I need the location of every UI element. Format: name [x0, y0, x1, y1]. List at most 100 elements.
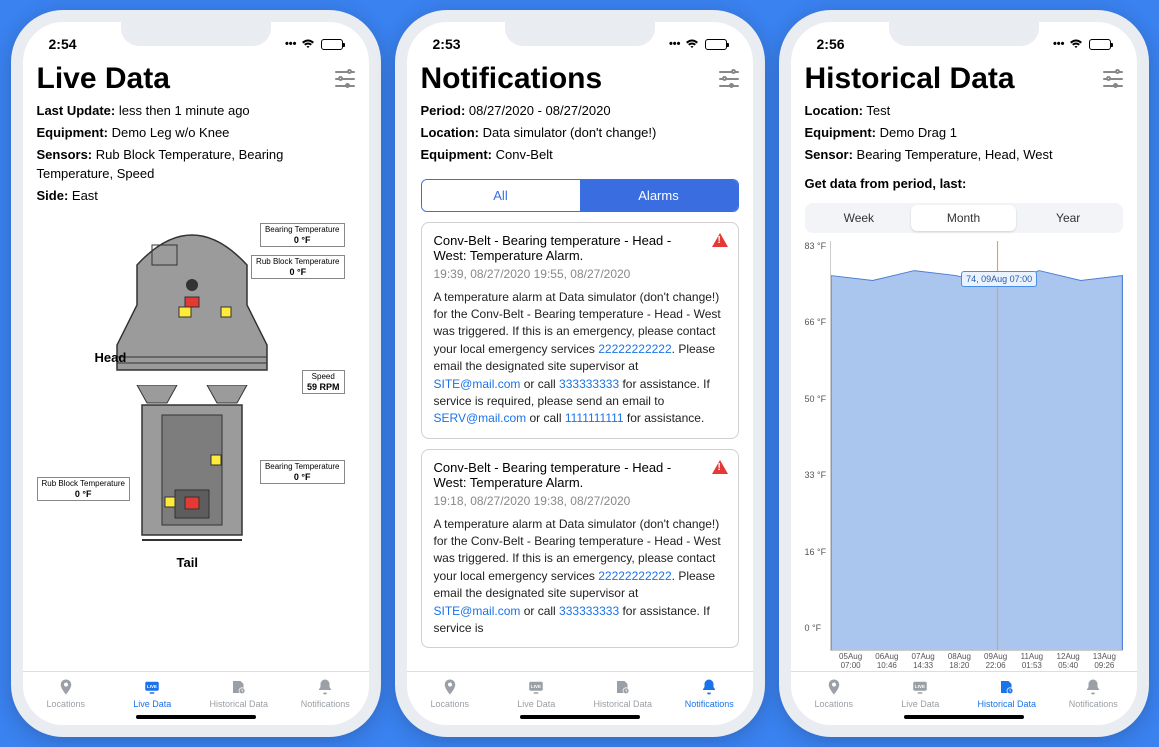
- link[interactable]: 333333333: [559, 377, 619, 391]
- link[interactable]: 333333333: [559, 604, 619, 618]
- meta-line: Last Update: less then 1 minute ago: [37, 102, 355, 120]
- seg-all[interactable]: All: [422, 180, 580, 211]
- home-indicator: [136, 715, 256, 719]
- x-tick: 12Aug05:40: [1050, 653, 1086, 671]
- card-body: A temperature alarm at Data simulator (d…: [434, 289, 726, 428]
- status-icons: •••: [669, 38, 727, 50]
- tab-label: Locations: [46, 699, 85, 709]
- meta-line: Side: East: [37, 187, 355, 205]
- svg-text:LIVE: LIVE: [147, 684, 157, 689]
- period-year[interactable]: Year: [1016, 205, 1121, 231]
- page-title: Notifications: [421, 62, 603, 96]
- tab-notifications[interactable]: Notifications: [666, 678, 753, 709]
- meta-line: Equipment: Demo Drag 1: [805, 124, 1123, 142]
- clock: 2:56: [817, 36, 845, 52]
- tab-label: Live Data: [517, 699, 555, 709]
- card-title: Conv-Belt - Bearing temperature - Head -…: [434, 460, 726, 490]
- tab-historical-data[interactable]: Historical Data: [580, 678, 667, 709]
- tab-label: Historical Data: [977, 699, 1036, 709]
- page-title: Historical Data: [805, 62, 1015, 96]
- tab-historical-data[interactable]: Historical Data: [964, 678, 1051, 709]
- card-time: 19:18, 08/27/2020 19:38, 08/27/2020: [434, 494, 726, 508]
- meta-line: Location: Test: [805, 102, 1123, 120]
- chart[interactable]: 83 °F66 °F50 °F33 °F16 °F0 °F 74, 09Aug …: [805, 241, 1123, 652]
- home-indicator: [904, 715, 1024, 719]
- phone-notifications: 2:53 ••• Notifications Period: 08/27/202…: [395, 10, 765, 737]
- alert-icon: [712, 233, 728, 247]
- meta-line: Sensors: Rub Block Temperature, Bearing …: [37, 146, 355, 182]
- x-tick: 07Aug14:33: [905, 653, 941, 671]
- meta-line: Equipment: Conv-Belt: [421, 146, 739, 164]
- tail-label: Tail: [177, 555, 198, 570]
- tab-label: Live Data: [901, 699, 939, 709]
- clock: 2:53: [433, 36, 461, 52]
- y-axis: 83 °F66 °F50 °F33 °F16 °F0 °F: [805, 241, 831, 652]
- tab-live-data[interactable]: LIVE Live Data: [877, 678, 964, 709]
- svg-text:LIVE: LIVE: [915, 684, 925, 689]
- meta-block: Last Update: less then 1 minute agoEquip…: [37, 102, 355, 209]
- tab-notifications[interactable]: Notifications: [282, 678, 369, 709]
- period-month[interactable]: Month: [911, 205, 1016, 231]
- link[interactable]: SITE@mail.com: [434, 377, 521, 391]
- tab-live-data[interactable]: LIVE Live Data: [109, 678, 196, 709]
- sensor-label: Speed 59 RPM: [302, 370, 345, 394]
- notch: [889, 22, 1039, 46]
- sensor-label: Bearing Temperature 0 °F: [260, 223, 345, 247]
- y-tick: 33 °F: [805, 470, 827, 480]
- tab-label: Notifications: [685, 699, 734, 709]
- settings-icon[interactable]: [719, 71, 739, 87]
- tab-label: Notifications: [1069, 699, 1118, 709]
- card-time: 19:39, 08/27/2020 19:55, 08/27/2020: [434, 267, 726, 281]
- link[interactable]: SITE@mail.com: [434, 604, 521, 618]
- link[interactable]: SERV@mail.com: [434, 411, 527, 425]
- tab-label: Live Data: [133, 699, 171, 709]
- phone-live-data: 2:54 ••• Live Data Last Update: less the…: [11, 10, 381, 737]
- link[interactable]: 22222222222: [598, 569, 671, 583]
- head-label: Head: [95, 350, 127, 365]
- tab-locations[interactable]: Locations: [791, 678, 878, 709]
- y-tick: 16 °F: [805, 547, 827, 557]
- link[interactable]: 22222222222: [598, 342, 671, 356]
- equipment-diagram: Head Tail Bearing Temperature 0 °F Rub B…: [37, 215, 355, 671]
- x-tick: 09Aug22:06: [978, 653, 1014, 671]
- notification-card[interactable]: Conv-Belt - Bearing temperature - Head -…: [421, 449, 739, 649]
- status-icons: •••: [1053, 38, 1111, 50]
- chart-tooltip: 74, 09Aug 07:00: [961, 271, 1037, 287]
- notch: [505, 22, 655, 46]
- clock: 2:54: [49, 36, 77, 52]
- notch: [121, 22, 271, 46]
- tab-label: Historical Data: [593, 699, 652, 709]
- sensor-label: Rub Block Temperature 0 °F: [251, 255, 344, 279]
- seg-alarms[interactable]: Alarms: [580, 180, 738, 211]
- card-title: Conv-Belt - Bearing temperature - Head -…: [434, 233, 726, 263]
- tab-locations[interactable]: Locations: [407, 678, 494, 709]
- settings-icon[interactable]: [1103, 71, 1123, 87]
- sensor-label: Bearing Temperature 0 °F: [260, 460, 345, 484]
- meta-block: Period: 08/27/2020 - 08/27/2020 Location:…: [421, 102, 739, 169]
- home-indicator: [520, 715, 640, 719]
- meta-line: Location: Data simulator (don't change!): [421, 124, 739, 142]
- y-tick: 66 °F: [805, 317, 827, 327]
- x-tick: 13Aug09:26: [1086, 653, 1122, 671]
- page-title: Live Data: [37, 62, 170, 96]
- card-body: A temperature alarm at Data simulator (d…: [434, 516, 726, 638]
- meta-block: Location: TestEquipment: Demo Drag 1Sens…: [805, 102, 1123, 169]
- phone-historical: 2:56 ••• Historical Data Location: Test E…: [779, 10, 1149, 737]
- settings-icon[interactable]: [335, 71, 355, 87]
- tab-live-data[interactable]: LIVELive Data: [493, 678, 580, 709]
- period-week[interactable]: Week: [807, 205, 912, 231]
- link[interactable]: 1111111111: [565, 411, 624, 425]
- notification-card[interactable]: Conv-Belt - Bearing temperature - Head -…: [421, 222, 739, 439]
- x-tick: 06Aug10:46: [869, 653, 905, 671]
- sensor-label: Rub Block Temperature 0 °F: [37, 477, 130, 501]
- y-tick: 83 °F: [805, 241, 827, 251]
- meta-line: Period: 08/27/2020 - 08/27/2020: [421, 102, 739, 120]
- tab-notifications[interactable]: Notifications: [1050, 678, 1137, 709]
- tab-locations[interactable]: Locations: [23, 678, 110, 709]
- x-tick: 11Aug01:53: [1014, 653, 1050, 671]
- tab-historical-data[interactable]: Historical Data: [196, 678, 283, 709]
- period-selector: WeekMonthYear: [805, 203, 1123, 233]
- notifications-list[interactable]: Conv-Belt - Bearing temperature - Head -…: [421, 222, 739, 671]
- tab-label: Locations: [814, 699, 853, 709]
- y-tick: 0 °F: [805, 623, 827, 633]
